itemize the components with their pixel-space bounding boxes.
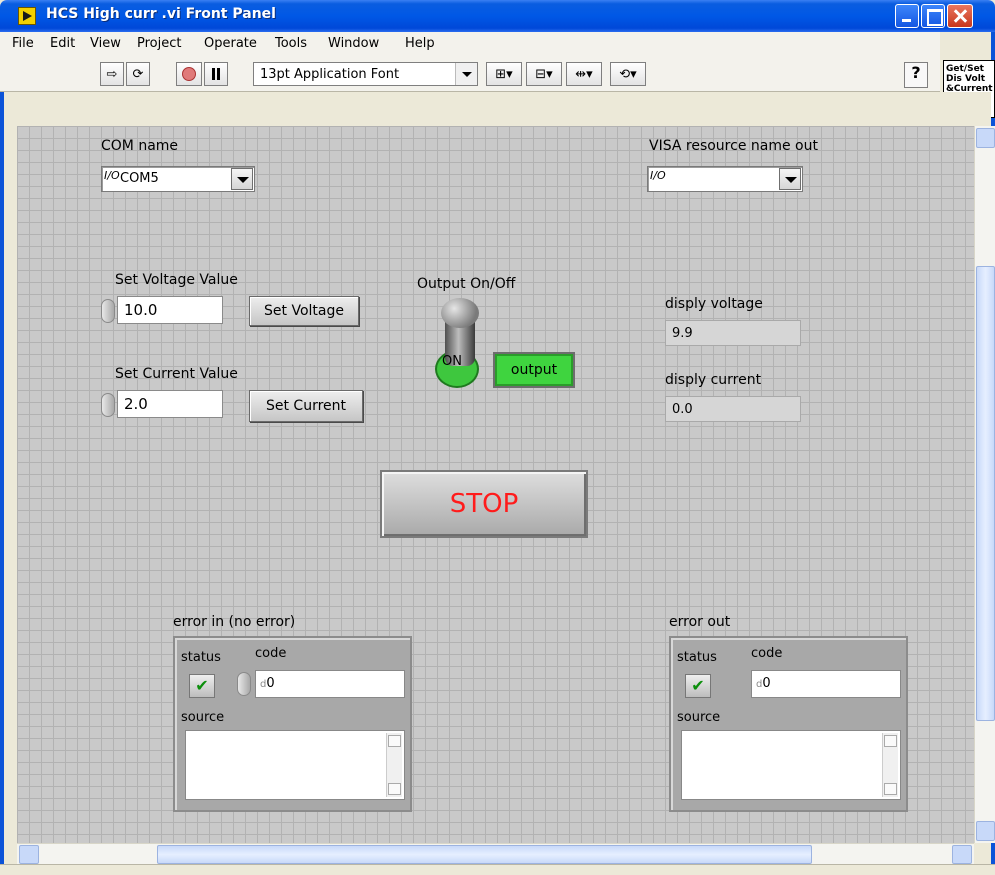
menu-file[interactable]: File: [12, 36, 34, 51]
horizontal-scrollbar[interactable]: [17, 843, 974, 864]
menu-window[interactable]: Window: [328, 36, 379, 51]
error-out-cluster: status code ✔ d0 source: [669, 636, 908, 812]
menu-help[interactable]: Help: [405, 36, 435, 51]
run-continuously-icon[interactable]: ⟳: [126, 62, 150, 86]
error-out-code-value: 0: [762, 676, 771, 691]
labview-app-icon: [18, 7, 36, 25]
menu-project[interactable]: Project: [137, 36, 181, 51]
io-icon: I/O: [650, 169, 666, 182]
set-voltage-value-control[interactable]: 10.0: [101, 296, 225, 324]
disply-current-label: disply current: [665, 372, 762, 388]
error-in-status-label: status: [181, 650, 221, 665]
font-selector-value: 13pt Application Font: [260, 67, 400, 82]
scroll-down-icon[interactable]: [388, 783, 401, 795]
error-in-source-label: source: [181, 710, 225, 725]
output-led-indicator: output: [493, 352, 575, 388]
front-panel: COM name I/O COM5 VISA resource name out…: [17, 126, 974, 843]
distribute-objects-icon[interactable]: ⊟▾: [526, 62, 562, 86]
set-current-value-label: Set Current Value: [115, 366, 238, 382]
error-out-code-field: d0: [751, 670, 901, 698]
menu-operate[interactable]: Operate: [204, 36, 257, 51]
set-voltage-value-field[interactable]: 10.0: [117, 296, 223, 324]
menu-edit[interactable]: Edit: [50, 36, 75, 51]
stop-button[interactable]: STOP: [380, 470, 588, 538]
chevron-down-icon[interactable]: [455, 63, 477, 85]
minimize-button[interactable]: [895, 4, 919, 28]
scroll-up-icon[interactable]: [884, 735, 897, 747]
vertical-scroll-thumb[interactable]: [976, 266, 995, 721]
panel-left-gutter: [4, 92, 17, 864]
reorder-icon[interactable]: ⟲▾: [610, 62, 646, 86]
chevron-down-icon[interactable]: [779, 168, 801, 190]
error-out-source-field: [681, 730, 901, 800]
spinner-icon[interactable]: [101, 393, 115, 417]
menu-bar: File Edit View Project Operate Tools Win…: [0, 32, 940, 56]
error-out-code-label: code: [751, 646, 783, 661]
font-selector[interactable]: 13pt Application Font: [253, 62, 478, 86]
error-out-label: error out: [669, 614, 731, 630]
set-current-button[interactable]: Set Current: [249, 390, 363, 422]
toggle-switch-knob[interactable]: [441, 298, 479, 328]
error-in-code-value: 0: [266, 676, 275, 691]
window-title: HCS High curr .vi Front Panel: [46, 6, 276, 22]
window-frame-bottom: [0, 864, 995, 875]
title-bar[interactable]: HCS High curr .vi Front Panel: [0, 0, 995, 32]
vertical-scrollbar[interactable]: [974, 126, 995, 843]
spinner-icon[interactable]: [237, 672, 251, 696]
source-scrollbar[interactable]: [882, 733, 898, 797]
set-current-value-field[interactable]: 2.0: [117, 390, 223, 418]
close-button[interactable]: [947, 4, 973, 28]
scroll-down-icon[interactable]: [884, 783, 897, 795]
disply-voltage-indicator: 9.9: [665, 320, 801, 346]
menu-tools[interactable]: Tools: [275, 36, 307, 51]
error-out-status-label: status: [677, 650, 717, 665]
error-in-label: error in (no error): [173, 614, 296, 630]
disply-current-indicator: 0.0: [665, 396, 801, 422]
scroll-left-icon[interactable]: [19, 845, 39, 864]
scroll-right-icon[interactable]: [952, 845, 972, 864]
context-help-button[interactable]: ?: [904, 62, 928, 88]
source-scrollbar[interactable]: [386, 733, 402, 797]
error-in-code-label: code: [255, 646, 287, 661]
set-voltage-button[interactable]: Set Voltage: [249, 296, 359, 326]
status-check-icon: ✔: [685, 674, 711, 698]
scroll-up-icon[interactable]: [388, 735, 401, 747]
set-current-value-control[interactable]: 2.0: [101, 390, 225, 418]
align-objects-icon[interactable]: ⊞▾: [486, 62, 522, 86]
error-in-source-field[interactable]: [185, 730, 405, 800]
output-onoff-label: Output On/Off: [417, 276, 516, 292]
spinner-icon[interactable]: [101, 299, 115, 323]
maximize-button[interactable]: [921, 4, 945, 28]
panel-top-gutter: [4, 92, 991, 126]
disply-voltage-label: disply voltage: [665, 296, 763, 312]
error-in-cluster: status code ✔ d0 source: [173, 636, 412, 812]
horizontal-scroll-thumb[interactable]: [157, 845, 812, 864]
visa-out-select[interactable]: I/O: [647, 166, 803, 192]
visa-out-label: VISA resource name out: [649, 138, 818, 154]
abort-execution-icon[interactable]: [176, 62, 202, 86]
menu-view[interactable]: View: [90, 36, 121, 51]
error-in-code-field[interactable]: d0: [255, 670, 405, 698]
com-name-value: COM5: [120, 171, 159, 186]
resize-objects-icon[interactable]: ⇹▾: [566, 62, 602, 86]
scroll-down-icon[interactable]: [976, 821, 995, 841]
io-icon: I/O: [104, 169, 120, 182]
toolbar: ⇨ ⟳ 13pt Application Font ⊞▾ ⊟▾ ⇹▾ ⟲▾: [0, 56, 940, 92]
run-arrow-icon[interactable]: ⇨: [100, 62, 124, 86]
status-check-icon[interactable]: ✔: [189, 674, 215, 698]
set-voltage-value-label: Set Voltage Value: [115, 272, 238, 288]
chevron-down-icon[interactable]: [231, 168, 253, 190]
com-name-select[interactable]: I/O COM5: [101, 166, 255, 192]
com-name-label: COM name: [101, 138, 179, 154]
scroll-up-icon[interactable]: [976, 128, 995, 148]
pause-icon[interactable]: [204, 62, 228, 86]
toggle-state-text: ON: [442, 354, 462, 369]
error-out-source-label: source: [677, 710, 721, 725]
